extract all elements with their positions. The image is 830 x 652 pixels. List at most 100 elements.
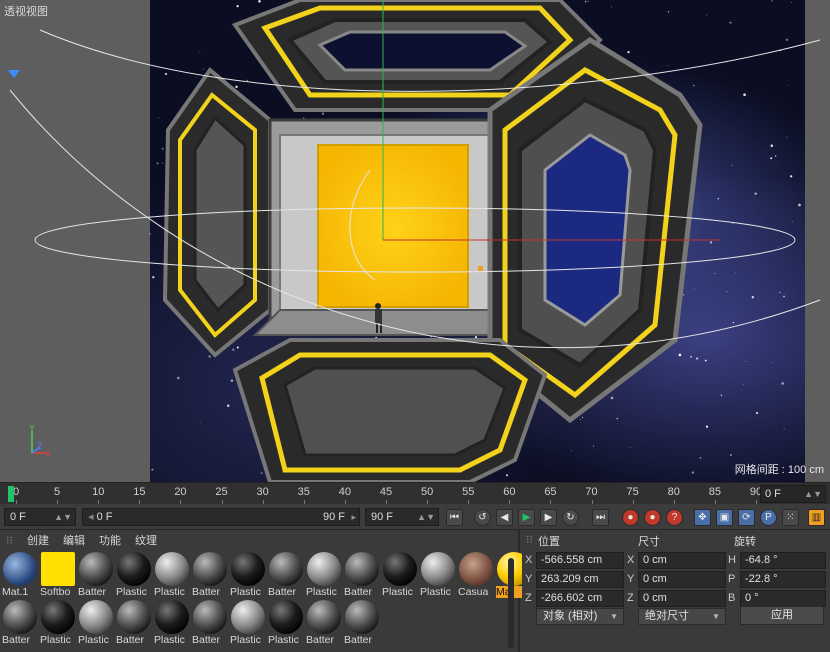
autokey-button[interactable]: ● — [644, 509, 661, 526]
current-frame-field[interactable]: 0 F ▲▼ — [760, 485, 826, 503]
material-swatch[interactable]: Plastic — [382, 552, 418, 598]
star — [732, 321, 735, 324]
star — [751, 296, 754, 299]
scale-key-button[interactable]: ▣ — [716, 509, 733, 526]
material-swatch[interactable]: Batter — [192, 600, 228, 646]
prev-key-button[interactable]: ↺ — [474, 509, 491, 526]
material-label: Batter — [306, 634, 335, 646]
material-swatch[interactable]: Mat.1 — [2, 552, 38, 598]
timeline[interactable]: 0 5 10 15 20 25 30 35 40 45 50 55 60 65 70 75 80 85 90 0 F… — [0, 482, 830, 505]
material-scrollbar[interactable] — [508, 558, 514, 648]
material-swatch[interactable]: Plastic — [230, 600, 266, 646]
chevron-right-icon: ▸ — [351, 512, 356, 522]
material-swatch[interactable]: Plastic — [230, 552, 266, 598]
menu-create[interactable]: 创建 — [27, 532, 49, 548]
material-swatch[interactable]: Plastic — [154, 600, 190, 646]
material-swatch[interactable]: Batter — [78, 552, 114, 598]
menu-texture[interactable]: 纹理 — [135, 532, 157, 548]
record-button[interactable]: ● — [622, 509, 639, 526]
key-icon: ● — [649, 512, 656, 523]
material-swatch[interactable]: Plastic — [420, 552, 456, 598]
rotation-h-field[interactable]: -64.8 ° — [740, 552, 826, 569]
star — [693, 288, 695, 289]
material-swatch[interactable]: Plastic — [306, 552, 342, 598]
timeline-layout-button[interactable]: ▥ — [808, 509, 825, 526]
step-back-icon: ◀ — [500, 512, 509, 523]
size-x-field[interactable]: 0 cm — [638, 552, 726, 569]
apply-button[interactable]: 应用 — [740, 606, 824, 625]
start-frame-field[interactable]: 0 F ▲▼ — [4, 508, 76, 526]
material-swatch[interactable]: Batter — [116, 600, 152, 646]
prev-frame-button[interactable]: ◀ — [496, 509, 513, 526]
material-swatch[interactable]: Plastic — [40, 600, 76, 646]
material-swatch[interactable]: Plastic — [116, 552, 152, 598]
star — [578, 3, 579, 5]
size-mode-dropdown[interactable]: 绝对尺寸 ▼ — [638, 608, 726, 625]
material-swatch[interactable]: Batter — [2, 600, 38, 646]
rotate-key-button[interactable]: ⟳ — [738, 509, 755, 526]
last-frame-button[interactable]: ⏭ — [592, 509, 609, 526]
point-level-button[interactable]: ⁙ — [782, 509, 799, 526]
menu-function[interactable]: 功能 — [99, 532, 121, 548]
material-swatch[interactable]: Batter — [268, 552, 304, 598]
material-swatch[interactable]: Plastic — [268, 600, 304, 646]
timeline-playhead[interactable] — [8, 486, 14, 502]
star — [706, 14, 707, 16]
star — [151, 468, 154, 471]
end-frame-field[interactable]: 90 F ▲▼ — [365, 508, 439, 526]
size-z-field[interactable]: 0 cm — [638, 590, 726, 607]
play-button[interactable]: ▶ — [518, 509, 535, 526]
perspective-viewport[interactable]: 透视视图 Y Z X 网格间距 : 100 cm — [0, 0, 830, 482]
star — [714, 272, 716, 275]
material-swatch[interactable]: Softbo — [40, 552, 76, 598]
material-swatch[interactable]: Batter — [344, 600, 380, 646]
position-y-field[interactable]: 263.209 cm — [536, 571, 624, 588]
first-frame-button[interactable]: ⏮ — [446, 509, 463, 526]
star — [152, 276, 155, 279]
range-slider[interactable]: ◂ 0 F 90 F ▸ — [82, 508, 360, 526]
star — [704, 359, 707, 362]
material-swatch[interactable]: Casua — [458, 552, 494, 598]
star — [587, 0, 589, 2]
view-title[interactable]: 透视视图 — [4, 3, 48, 19]
star — [158, 117, 160, 119]
next-key-button[interactable]: ↻ — [562, 509, 579, 526]
material-swatch[interactable]: Batter — [306, 600, 342, 646]
coordinate-mode-value: 对象 (相对) — [543, 610, 598, 622]
stepper-icon[interactable]: ▲▼ — [804, 486, 822, 502]
star — [798, 203, 801, 207]
menu-edit[interactable]: 编辑 — [63, 532, 85, 548]
size-y-field[interactable]: 0 cm — [638, 571, 726, 588]
keyframe-selection-button[interactable]: ? — [666, 509, 683, 526]
material-swatch[interactable]: Batter — [344, 552, 380, 598]
position-x-field[interactable]: -566.558 cm — [536, 552, 624, 569]
material-preview — [41, 552, 75, 586]
rotation-b-field[interactable]: 0 ° — [740, 590, 826, 607]
material-label: Plastic — [230, 634, 261, 646]
stepper-icon[interactable]: ▲▼ — [54, 509, 72, 525]
material-label: Plastic — [230, 586, 261, 598]
rotation-p-field[interactable]: -22.8 ° — [740, 571, 826, 588]
star — [783, 295, 785, 298]
coordinate-mode-dropdown[interactable]: 对象 (相对) ▼ — [536, 608, 624, 625]
stepper-icon[interactable]: ▲▼ — [417, 509, 435, 525]
star — [584, 0, 587, 3]
position-z-field[interactable]: -266.602 cm — [536, 590, 624, 607]
panel-grip-icon: ⁝⁝ — [6, 534, 13, 547]
next-frame-button[interactable]: ▶ — [540, 509, 557, 526]
star — [770, 157, 773, 160]
step-forward-icon: ▶ — [544, 512, 553, 523]
star — [506, 474, 508, 477]
gizmo-z-label: Z — [37, 441, 43, 451]
material-label: Batter — [78, 586, 107, 598]
material-swatch[interactable]: Batter — [192, 552, 228, 598]
material-swatch[interactable]: Plastic — [78, 600, 114, 646]
material-swatch[interactable]: Plastic — [154, 552, 190, 598]
move-key-button[interactable]: ✥ — [694, 509, 711, 526]
star — [258, 0, 261, 3]
material-preview — [269, 552, 303, 586]
parameter-key-button[interactable]: P — [760, 509, 777, 526]
timeline-ruler[interactable]: 0 5 10 15 20 25 30 35 40 45 50 55 60 65 70 75 80 85 90 — [8, 483, 762, 505]
camera-indicator — [8, 70, 20, 78]
star — [691, 471, 694, 474]
